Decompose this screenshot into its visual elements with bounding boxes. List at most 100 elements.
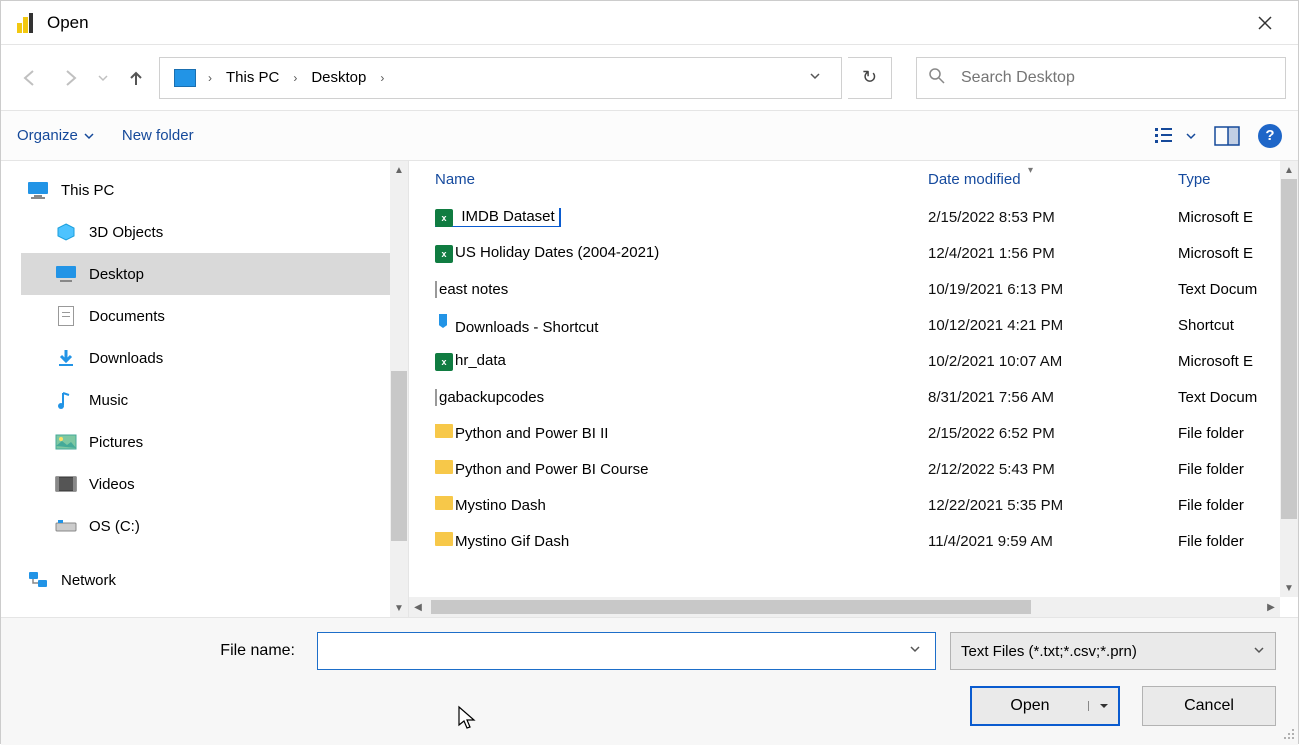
organize-menu[interactable]: Organize [17, 127, 94, 144]
file-row[interactable]: xhr_data10/2/2021 10:07 AMMicrosoft E [409, 343, 1298, 379]
scroll-left-icon[interactable]: ◀ [409, 602, 427, 613]
cube-icon [55, 222, 77, 242]
chevron-right-icon[interactable]: › [378, 71, 386, 85]
excel-icon: x [435, 245, 453, 263]
file-name: east notes [439, 281, 508, 298]
open-button-dropdown[interactable] [1088, 701, 1118, 711]
file-date: 2/15/2022 8:53 PM [928, 209, 1178, 226]
document-icon [55, 306, 77, 326]
sidebar-network[interactable]: Network [21, 559, 408, 601]
open-button[interactable]: Open [970, 686, 1120, 726]
file-row[interactable]: x IMDB Dataset2/15/2022 8:53 PMMicrosoft… [409, 199, 1298, 235]
videos-icon [55, 476, 77, 492]
view-options-button[interactable] [1154, 126, 1196, 146]
sidebar-downloads[interactable]: Downloads [21, 337, 408, 379]
column-name[interactable]: Name [435, 171, 928, 188]
scroll-right-icon[interactable]: ▶ [1262, 602, 1280, 613]
scroll-thumb[interactable] [431, 600, 1031, 614]
this-pc-icon [27, 181, 49, 199]
sidebar-item-label: Desktop [89, 266, 144, 283]
column-headers: Name ▾ Date modified Type [409, 161, 1298, 199]
search-input[interactable] [959, 68, 1273, 88]
chevron-down-icon[interactable] [903, 642, 927, 660]
toolbar: Organize New folder ? [1, 111, 1298, 161]
sidebar-scrollbar[interactable]: ▲ ▼ [390, 161, 408, 617]
breadcrumb-this-pc[interactable]: This PC [216, 58, 289, 98]
filename-input[interactable] [326, 641, 903, 661]
new-folder-button[interactable]: New folder [122, 127, 194, 144]
filename-combobox[interactable] [317, 632, 936, 670]
sidebar-this-pc[interactable]: This PC [21, 169, 408, 211]
sidebar-music[interactable]: Music [21, 379, 408, 421]
drive-icon [55, 519, 77, 533]
sidebar-item-label: This PC [61, 182, 114, 199]
sidebar-item-label: Music [89, 392, 128, 409]
sort-indicator-icon: ▾ [1028, 165, 1033, 176]
column-date[interactable]: ▾ Date modified [928, 171, 1178, 188]
download-icon [55, 348, 77, 368]
scroll-up-icon[interactable]: ▲ [1280, 161, 1298, 179]
scroll-up-icon[interactable]: ▲ [390, 161, 408, 179]
sidebar-documents[interactable]: Documents [21, 295, 408, 337]
refresh-button[interactable]: ↻ [848, 57, 892, 99]
organize-label: Organize [17, 127, 78, 144]
file-row[interactable]: east notes10/19/2021 6:13 PMText Docum [409, 271, 1298, 307]
sidebar-item-label: Pictures [89, 434, 143, 451]
scroll-down-icon[interactable]: ▼ [390, 599, 408, 617]
file-type-filter[interactable]: Text Files (*.txt;*.csv;*.prn) [950, 632, 1276, 670]
breadcrumb-dropdown[interactable] [795, 69, 835, 86]
file-name: Downloads - Shortcut [455, 319, 598, 336]
file-row[interactable]: Python and Power BI II2/15/2022 6:52 PMF… [409, 415, 1298, 451]
close-button[interactable] [1242, 6, 1288, 40]
file-rows: x IMDB Dataset2/15/2022 8:53 PMMicrosoft… [409, 199, 1298, 617]
resize-grip-icon[interactable] [1282, 727, 1296, 741]
filename-label: File name: [23, 642, 303, 660]
new-folder-label: New folder [122, 127, 194, 144]
file-row[interactable]: Mystino Gif Dash11/4/2021 9:59 AMFile fo… [409, 523, 1298, 559]
sidebar-videos[interactable]: Videos [21, 463, 408, 505]
sidebar-item-label: Videos [89, 476, 135, 493]
breadcrumb-desktop[interactable]: Desktop [301, 58, 376, 98]
chevron-right-icon[interactable]: › [206, 71, 214, 85]
filelist-horizontal-scrollbar[interactable]: ◀ ▶ [409, 597, 1280, 617]
file-row[interactable]: Python and Power BI Course2/12/2022 5:43… [409, 451, 1298, 487]
folder-icon [435, 496, 453, 510]
up-button[interactable] [119, 61, 153, 95]
help-button[interactable]: ? [1258, 124, 1282, 148]
sidebar-item-label: OS (C:) [89, 518, 140, 535]
cancel-button[interactable]: Cancel [1142, 686, 1276, 726]
title-bar: Open [1, 1, 1298, 45]
back-button[interactable] [13, 61, 47, 95]
chevron-right-icon[interactable]: › [291, 71, 299, 85]
recent-dropdown[interactable] [93, 61, 113, 95]
file-row[interactable]: xUS Holiday Dates (2004-2021)12/4/2021 1… [409, 235, 1298, 271]
file-row[interactable]: gabackupcodes8/31/2021 7:56 AMText Docum [409, 379, 1298, 415]
sidebar-item-label: Downloads [89, 350, 163, 367]
chevron-down-icon [84, 131, 94, 141]
file-date: 2/12/2022 5:43 PM [928, 461, 1178, 478]
filelist-vertical-scrollbar[interactable]: ▲ ▼ [1280, 161, 1298, 597]
preview-pane-button[interactable] [1214, 126, 1240, 146]
sidebar-item-label: Network [61, 572, 116, 589]
music-icon [55, 390, 77, 410]
sidebar-3d-objects[interactable]: 3D Objects [21, 211, 408, 253]
file-name: x IMDB Dataset [435, 208, 561, 227]
file-date: 10/2/2021 10:07 AM [928, 353, 1178, 370]
scroll-thumb[interactable] [391, 371, 407, 541]
this-pc-icon [174, 69, 196, 87]
forward-button[interactable] [53, 61, 87, 95]
file-name: Mystino Dash [455, 497, 546, 514]
file-name: Python and Power BI II [455, 425, 608, 442]
scroll-thumb[interactable] [1281, 179, 1297, 519]
file-row[interactable]: Downloads - Shortcut10/12/2021 4:21 PMSh… [409, 307, 1298, 343]
search-box[interactable] [916, 57, 1286, 99]
sidebar-desktop[interactable]: Desktop [21, 253, 408, 295]
file-list: Name ▾ Date modified Type x IMDB Dataset… [409, 161, 1298, 617]
sidebar-os-c[interactable]: OS (C:) [21, 505, 408, 547]
open-button-label: Open [972, 697, 1088, 715]
file-row[interactable]: Mystino Dash12/22/2021 5:35 PMFile folde… [409, 487, 1298, 523]
breadcrumb-bar[interactable]: › This PC › Desktop › [159, 57, 842, 99]
window-title: Open [47, 13, 1242, 33]
scroll-down-icon[interactable]: ▼ [1280, 579, 1298, 597]
sidebar-pictures[interactable]: Pictures [21, 421, 408, 463]
